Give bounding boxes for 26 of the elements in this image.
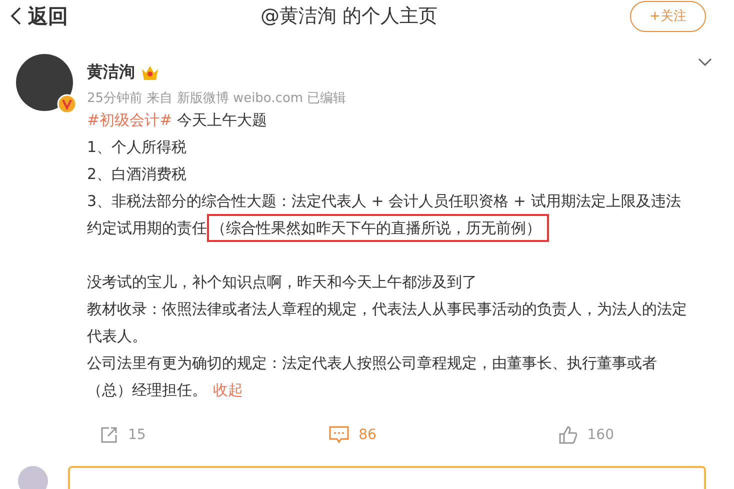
comment-icon (328, 426, 349, 444)
page-title: @黄洁洵 的个人主页 (259, 4, 439, 29)
share-icon (100, 426, 118, 444)
avatar (18, 466, 48, 489)
topic-link[interactable]: #初级会计# (87, 111, 172, 129)
collapse-link[interactable]: 收起 (213, 381, 243, 399)
back-button[interactable]: 返回 (10, 2, 68, 30)
share-button[interactable]: 15 (100, 426, 146, 444)
post-text: 没考试的宝儿，补个知识点啊，昨天和今天上午都涉及到了 (87, 272, 478, 293)
highlight-annotation: （综合性果然如昨天下午的直播所说，历无前例） (207, 214, 549, 242)
verified-badge-icon (57, 94, 77, 114)
post-text: #初级会计# 今天上午大题 (87, 110, 268, 131)
post-text: 1、个人所得税 (87, 137, 188, 158)
chevron-left-icon (10, 6, 22, 26)
post-text: 教材收录：依照法律或者法人章程的规定，代表法人从事民事活动的负责人，为法人的法定代表人。 (87, 299, 688, 347)
author-name[interactable]: 黄洁洵 (87, 62, 135, 83)
crown-icon (141, 64, 159, 80)
post-text: 3、非税法部分的综合性大题：法定代表人 + 会计人员任职资格 + 试用期法定上限及违法约定试用期的责任 （综合性果然如昨天下午的直播所说，历无前例） (87, 188, 693, 242)
post-meta: 25分钟前 来自 新版微博 weibo.com 已编辑 (87, 90, 348, 107)
chevron-down-icon[interactable] (698, 58, 712, 66)
like-button[interactable]: 160 (559, 426, 614, 444)
follow-button[interactable]: +关注 (630, 0, 706, 32)
comment-button[interactable]: 86 (328, 426, 376, 444)
post-text: 公司法里有更为确切的规定：法定代表人按照公司章程规定，由董事长、执行董事或者（总）经理担任。 收起 (87, 353, 658, 401)
post-text: 2、白酒消费税 (87, 164, 188, 185)
thumbs-up-icon (559, 426, 578, 444)
